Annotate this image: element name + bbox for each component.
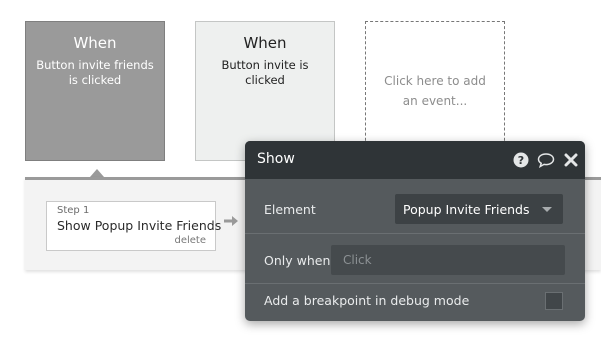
only-when-label: Only when (264, 253, 331, 268)
element-label: Element (264, 202, 316, 217)
add-event-label: Click here to add an event... (384, 74, 486, 108)
event-description: Button invite is clicked (221, 58, 309, 87)
delete-step-link[interactable]: delete (174, 235, 206, 246)
workflow-step[interactable]: Step 1 Show Popup Invite Friends delete (46, 201, 221, 251)
element-dropdown-value: Popup Invite Friends (403, 202, 530, 217)
event-title: When (243, 34, 287, 52)
only-when-input[interactable] (331, 245, 565, 275)
divider (245, 233, 585, 234)
add-event-card[interactable]: Click here to add an event... (365, 21, 505, 161)
close-icon[interactable] (564, 153, 578, 167)
selected-event-pointer (90, 169, 104, 177)
breakpoint-label: Add a breakpoint in debug mode (264, 293, 470, 308)
chevron-down-icon (542, 207, 552, 212)
panel-header: Show ? (245, 141, 585, 179)
divider (245, 283, 585, 284)
svg-text:?: ? (518, 154, 524, 167)
event-card-invite[interactable]: When Button invite is clicked (195, 21, 335, 161)
panel-title: Show (257, 151, 295, 167)
event-title: When (73, 34, 117, 52)
comment-icon[interactable] (537, 152, 555, 168)
element-dropdown[interactable]: Popup Invite Friends (395, 194, 563, 224)
arrow-right-icon (224, 216, 238, 226)
help-icon[interactable]: ? (513, 152, 529, 168)
event-card-invite-friends[interactable]: When Button invite friends is clicked (25, 21, 165, 161)
step-title: Show Popup Invite Friends (57, 218, 222, 233)
breakpoint-checkbox[interactable] (545, 292, 563, 310)
event-description: Button invite friends is clicked (36, 58, 154, 87)
step-number: Step 1 (57, 205, 90, 216)
action-property-panel: Show ? Element Popup Invite Friends Only… (245, 141, 585, 321)
